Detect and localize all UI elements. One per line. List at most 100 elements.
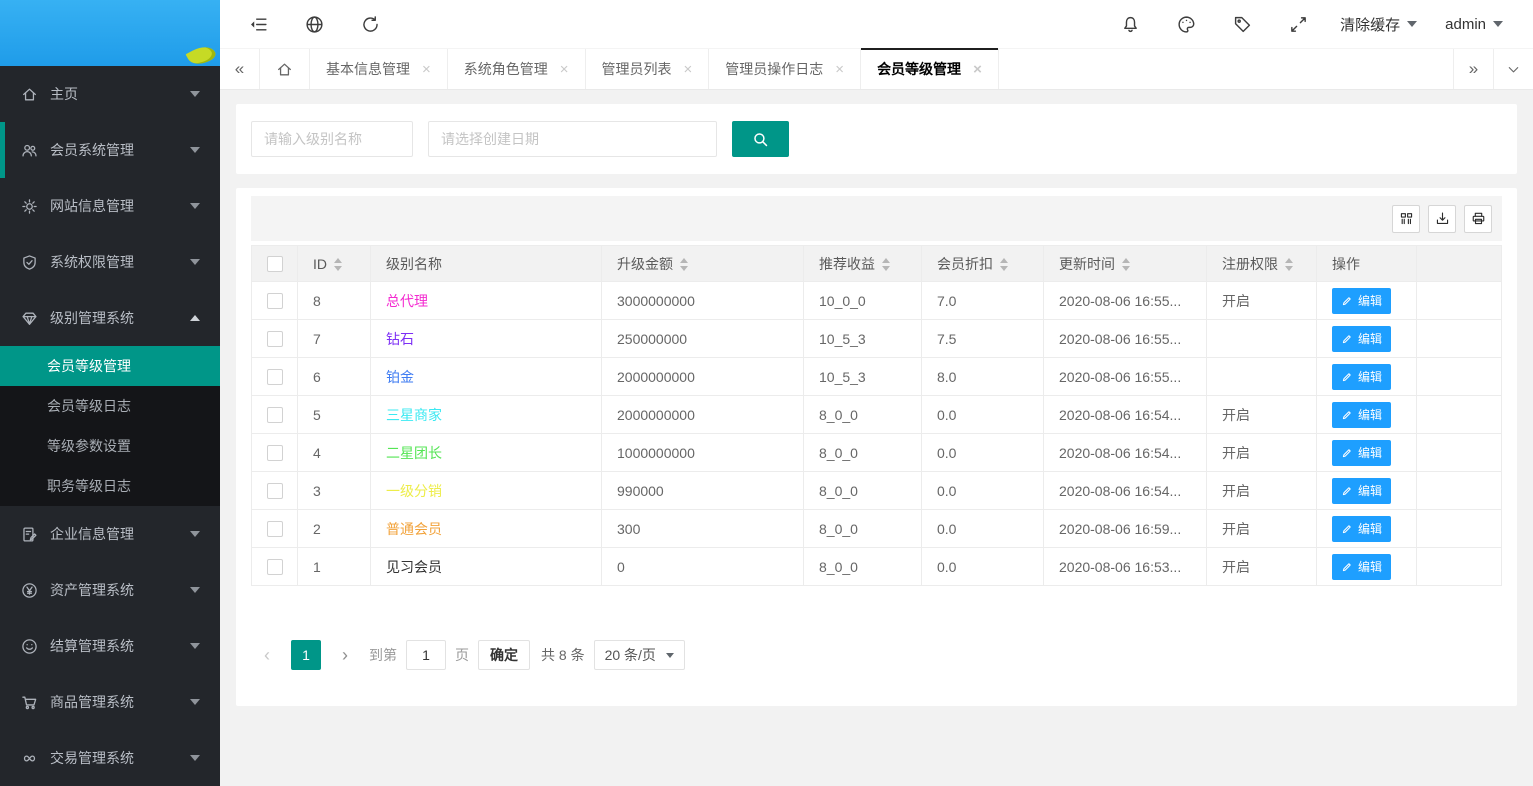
tag-button[interactable] (1214, 0, 1270, 48)
edit-button[interactable]: 编辑 (1332, 288, 1391, 314)
sort-desc-icon[interactable] (1285, 266, 1293, 271)
row-checkbox[interactable] (267, 369, 283, 385)
edit-button[interactable]: 编辑 (1332, 402, 1391, 428)
sidebar-item[interactable]: 结算管理系统 (0, 618, 220, 674)
sidebar-item[interactable]: 交易管理系统 (0, 730, 220, 786)
sort-asc-icon[interactable] (882, 258, 890, 263)
sort-desc-icon[interactable] (882, 266, 890, 271)
sidebar-item[interactable]: 主页 (0, 66, 220, 122)
edit-button[interactable]: 编辑 (1332, 516, 1391, 542)
sidebar-subitem[interactable]: 等级参数设置 (0, 426, 220, 466)
level-name-input[interactable] (251, 121, 413, 157)
tab-home[interactable] (260, 49, 310, 89)
edit-button[interactable]: 编辑 (1332, 554, 1391, 580)
prev-page-button[interactable]: ‹ (252, 640, 282, 670)
cell-upgrade-amount: 250000000 (602, 320, 804, 358)
globe-icon (305, 15, 324, 34)
sidebar-subitem[interactable]: 会员等级管理 (0, 346, 220, 386)
goto-page-input[interactable] (406, 640, 446, 670)
tab-close-icon[interactable]: × (684, 61, 693, 78)
column-header[interactable]: 推荐收益 (804, 246, 922, 282)
tab-管理员列表[interactable]: 管理员列表× (586, 49, 710, 89)
row-checkbox[interactable] (267, 407, 283, 423)
sort-desc-icon[interactable] (1122, 266, 1130, 271)
confirm-page-button[interactable]: 确定 (478, 640, 530, 670)
edit-button-label: 编辑 (1358, 520, 1382, 537)
sort-toggle[interactable] (1285, 258, 1293, 271)
yen-icon-wrap (20, 581, 38, 599)
edit-button[interactable]: 编辑 (1332, 440, 1391, 466)
sort-asc-icon[interactable] (1285, 258, 1293, 263)
column-header[interactable]: ID (298, 246, 371, 282)
sort-toggle[interactable] (334, 258, 342, 271)
sidebar-subitem[interactable]: 职务等级日志 (0, 466, 220, 506)
row-checkbox[interactable] (267, 559, 283, 575)
edit-button[interactable]: 编辑 (1332, 326, 1391, 352)
column-header: 操作 (1317, 246, 1417, 282)
column-header[interactable]: 升级金额 (602, 246, 804, 282)
sidebar-item[interactable]: 资产管理系统 (0, 562, 220, 618)
tab-会员等级管理[interactable]: 会员等级管理× (861, 49, 999, 89)
next-page-button[interactable]: › (330, 640, 360, 670)
row-checkbox[interactable] (267, 331, 283, 347)
sort-toggle[interactable] (882, 258, 890, 271)
row-checkbox[interactable] (267, 293, 283, 309)
create-date-input[interactable] (428, 121, 717, 157)
sidebar-item-label: 企业信息管理 (50, 524, 190, 544)
sidebar-item[interactable]: 级别管理系统 (0, 290, 220, 346)
edit-button[interactable]: 编辑 (1332, 364, 1391, 390)
clear-cache-dropdown[interactable]: 清除缓存 (1326, 0, 1431, 48)
sort-toggle[interactable] (1122, 258, 1130, 271)
tab-close-icon[interactable]: × (422, 61, 431, 78)
toolbar-columns-button[interactable] (1392, 205, 1420, 233)
tab-close-icon[interactable]: × (560, 61, 569, 78)
select-all-checkbox[interactable] (267, 256, 283, 272)
tab-管理员操作日志[interactable]: 管理员操作日志× (709, 49, 861, 89)
sort-toggle[interactable] (1000, 258, 1008, 271)
column-header[interactable]: 注册权限 (1207, 246, 1317, 282)
refresh-button[interactable] (342, 0, 398, 48)
tab-基本信息管理[interactable]: 基本信息管理× (310, 49, 448, 89)
tab-close-icon[interactable]: × (835, 61, 844, 78)
toolbar-print-button[interactable] (1464, 205, 1492, 233)
tabs-scroll-right-button[interactable]: » (1453, 49, 1493, 89)
sort-asc-icon[interactable] (1122, 258, 1130, 263)
row-checkbox[interactable] (267, 445, 283, 461)
sidebar-item[interactable]: 会员系统管理 (0, 122, 220, 178)
sidebar-item[interactable]: 网站信息管理 (0, 178, 220, 234)
sort-desc-icon[interactable] (680, 266, 688, 271)
row-checkbox[interactable] (267, 483, 283, 499)
row-select-cell (252, 358, 298, 396)
tab-系统角色管理[interactable]: 系统角色管理× (448, 49, 586, 89)
sort-asc-icon[interactable] (1000, 258, 1008, 263)
column-header[interactable]: 更新时间 (1044, 246, 1207, 282)
tabs-scroll-left-button[interactable]: « (220, 49, 260, 89)
collapse-menu-button[interactable] (230, 0, 286, 48)
bell-button[interactable] (1102, 0, 1158, 48)
sidebar-subitem[interactable]: 会员等级日志 (0, 386, 220, 426)
sidebar-submenu: 会员等级管理会员等级日志等级参数设置职务等级日志 (0, 346, 220, 506)
page-size-select[interactable]: 20 条/页 (594, 640, 685, 670)
infinity-icon (21, 750, 38, 767)
fullscreen-button[interactable] (1270, 0, 1326, 48)
toolbar-export-button[interactable] (1428, 205, 1456, 233)
sidebar-item[interactable]: 企业信息管理 (0, 506, 220, 562)
sort-toggle[interactable] (680, 258, 688, 271)
sort-asc-icon[interactable] (334, 258, 342, 263)
search-button[interactable] (732, 121, 789, 157)
user-dropdown[interactable]: admin (1431, 0, 1517, 48)
row-checkbox[interactable] (267, 521, 283, 537)
sidebar-item[interactable]: 商品管理系统 (0, 674, 220, 730)
edit-button[interactable]: 编辑 (1332, 478, 1391, 504)
column-header[interactable]: 会员折扣 (922, 246, 1044, 282)
sort-desc-icon[interactable] (334, 266, 342, 271)
current-page-button[interactable]: 1 (291, 640, 321, 670)
tab-close-icon[interactable]: × (973, 61, 982, 78)
logo[interactable] (0, 0, 220, 66)
sort-desc-icon[interactable] (1000, 266, 1008, 271)
sidebar-item[interactable]: 系统权限管理 (0, 234, 220, 290)
sort-asc-icon[interactable] (680, 258, 688, 263)
palette-button[interactable] (1158, 0, 1214, 48)
tabs-menu-button[interactable] (1493, 49, 1533, 89)
globe-button[interactable] (286, 0, 342, 48)
